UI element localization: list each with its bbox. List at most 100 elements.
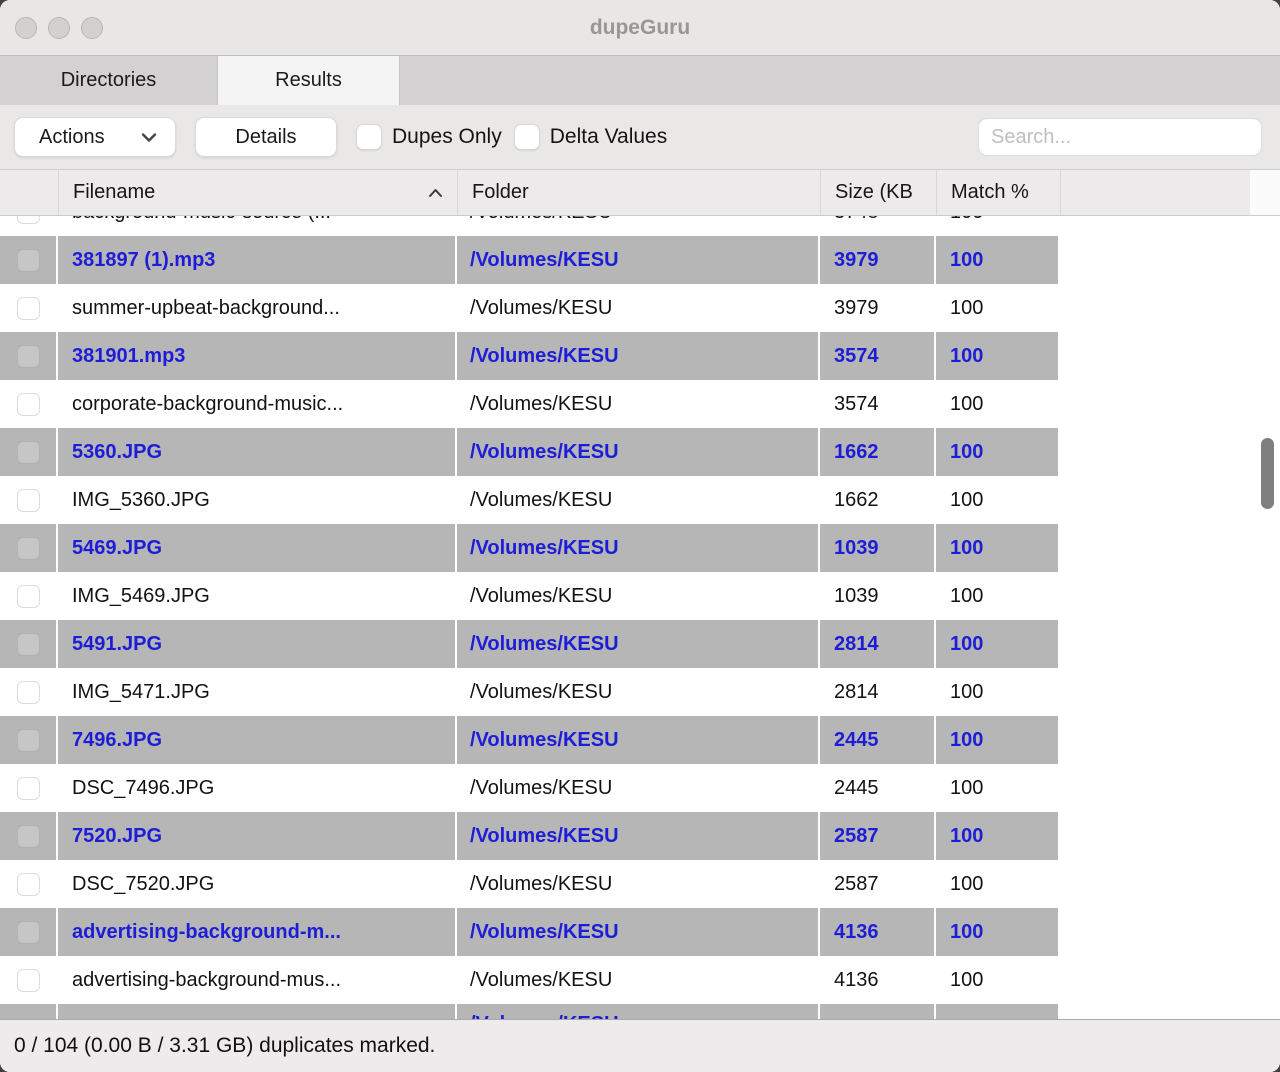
cell-folder: /Volumes/KESU (457, 764, 820, 812)
table-row[interactable]: 5360.JPG/Volumes/KESU1662100 (0, 428, 1280, 476)
cell-folder: /Volumes/KESU (457, 428, 820, 476)
cell-size: 2587 (820, 860, 936, 908)
cell-filename: IMG_5471.JPG (58, 668, 457, 716)
vertical-scrollbar-thumb[interactable] (1261, 438, 1274, 509)
tab-results[interactable]: Results (218, 56, 400, 105)
mark-duplicate-checkbox[interactable] (17, 873, 40, 896)
table-row[interactable]: IMG_5469.JPG/Volumes/KESU1039100 (0, 572, 1280, 620)
mark-duplicate-checkbox (17, 537, 40, 560)
column-header-filename[interactable]: Filename (58, 170, 457, 215)
mark-duplicate-checkbox[interactable] (17, 216, 40, 224)
delta-values-group: Delta Values (514, 124, 668, 150)
mark-duplicate-checkbox[interactable] (17, 393, 40, 416)
delta-values-label: Delta Values (550, 125, 668, 149)
cell-match: 100 (936, 524, 1060, 572)
close-button[interactable] (15, 17, 37, 39)
cell-match: 100 (936, 476, 1060, 524)
cell-filler (1060, 476, 1280, 524)
toolbar: Actions Details Dupes Only Delta Values (0, 105, 1280, 170)
cell-size (820, 1004, 936, 1019)
mark-duplicate-checkbox (17, 249, 40, 272)
cell-folder: /Volumes/KESU (457, 620, 820, 668)
column-header-size[interactable]: Size (KB (820, 170, 936, 215)
mark-duplicate-checkbox[interactable] (17, 681, 40, 704)
cell-size: 1662 (820, 428, 936, 476)
minimize-button[interactable] (48, 17, 70, 39)
cell-folder: /Volumes/KESU (457, 716, 820, 764)
table-row[interactable]: 5469.JPG/Volumes/KESU1039100 (0, 524, 1280, 572)
table-row[interactable]: 381901.mp3/Volumes/KESU3574100 (0, 332, 1280, 380)
details-button[interactable]: Details (195, 117, 337, 157)
column-header-filename-label: Filename (73, 181, 155, 204)
status-bar: 0 / 104 (0.00 B / 3.31 GB) duplicates ma… (0, 1019, 1280, 1072)
cell-folder: /Volumes/KESU (457, 860, 820, 908)
cell-filler (1060, 524, 1280, 572)
cell-size: 3574 (820, 332, 936, 380)
delta-values-checkbox[interactable] (514, 124, 540, 150)
mark-duplicate-checkbox[interactable] (17, 969, 40, 992)
cell-filename: background-music-source (... (58, 216, 457, 236)
cell-size: 3574 (820, 380, 936, 428)
row-checkbox-cell (0, 332, 58, 380)
table-row[interactable]: 381897 (1).mp3/Volumes/KESU3979100 (0, 236, 1280, 284)
cell-filler (1060, 216, 1280, 236)
mark-duplicate-checkbox[interactable] (17, 585, 40, 608)
cell-match: 100 (936, 764, 1060, 812)
titlebar: dupeGuru (0, 0, 1280, 56)
cell-filename: 381897 (1).mp3 (58, 236, 457, 284)
app-window: dupeGuru Directories Results Actions Det… (0, 0, 1280, 1072)
row-checkbox-cell (0, 476, 58, 524)
mark-duplicate-checkbox (17, 345, 40, 368)
table-row[interactable]: DSC_7520.JPG/Volumes/KESU2587100 (0, 860, 1280, 908)
sort-ascending-icon (428, 188, 443, 198)
table-row[interactable]: background-music-source (.../Volumes/KES… (0, 216, 1280, 236)
cell-size: 1039 (820, 572, 936, 620)
cell-size: 3979 (820, 284, 936, 332)
table-row[interactable]: /Volumes/KESU (0, 1004, 1280, 1019)
table-row[interactable]: 5491.JPG/Volumes/KESU2814100 (0, 620, 1280, 668)
table-row[interactable]: 7496.JPG/Volumes/KESU2445100 (0, 716, 1280, 764)
column-header-folder[interactable]: Folder (457, 170, 820, 215)
cell-folder: /Volumes/KESU (457, 524, 820, 572)
actions-button[interactable]: Actions (14, 117, 176, 157)
table-row[interactable]: IMG_5360.JPG/Volumes/KESU1662100 (0, 476, 1280, 524)
tab-results-label: Results (275, 69, 342, 92)
cell-match: 100 (936, 428, 1060, 476)
row-checkbox-cell (0, 716, 58, 764)
column-header-match-label: Match % (951, 181, 1029, 204)
cell-match: 100 (936, 860, 1060, 908)
cell-match: 100 (936, 332, 1060, 380)
column-header-check (0, 170, 58, 215)
zoom-button[interactable] (81, 17, 103, 39)
table-row[interactable]: IMG_5471.JPG/Volumes/KESU2814100 (0, 668, 1280, 716)
table-row[interactable]: 7520.JPG/Volumes/KESU2587100 (0, 812, 1280, 860)
dupes-only-checkbox[interactable] (356, 124, 382, 150)
tab-directories[interactable]: Directories (0, 56, 218, 105)
cell-filler (1060, 284, 1280, 332)
search-input[interactable] (978, 118, 1262, 156)
mark-duplicate-checkbox[interactable] (17, 489, 40, 512)
mark-duplicate-checkbox[interactable] (17, 777, 40, 800)
cell-folder: /Volumes/KESU (457, 1004, 820, 1019)
table-row[interactable]: summer-upbeat-background.../Volumes/KESU… (0, 284, 1280, 332)
status-text: 0 / 104 (0.00 B / 3.31 GB) duplicates ma… (14, 1034, 435, 1058)
table-row[interactable]: corporate-background-music.../Volumes/KE… (0, 380, 1280, 428)
actions-button-label: Actions (39, 126, 105, 149)
cell-filename: 381901.mp3 (58, 332, 457, 380)
table-row[interactable]: advertising-background-m.../Volumes/KESU… (0, 908, 1280, 956)
mark-duplicate-checkbox[interactable] (17, 297, 40, 320)
table-row[interactable]: DSC_7496.JPG/Volumes/KESU2445100 (0, 764, 1280, 812)
cell-filler (1060, 908, 1280, 956)
tab-directories-label: Directories (61, 69, 157, 92)
row-checkbox-cell (0, 812, 58, 860)
cell-filler (1060, 620, 1280, 668)
cell-size: 4136 (820, 956, 936, 1004)
cell-size: 2814 (820, 620, 936, 668)
cell-match: 100 (936, 956, 1060, 1004)
table-row[interactable]: advertising-background-mus.../Volumes/KE… (0, 956, 1280, 1004)
column-header-match[interactable]: Match % (936, 170, 1060, 215)
scrollbar-gutter (1250, 170, 1280, 215)
row-checkbox-cell (0, 284, 58, 332)
cell-filename: summer-upbeat-background... (58, 284, 457, 332)
cell-match: 100 (936, 284, 1060, 332)
